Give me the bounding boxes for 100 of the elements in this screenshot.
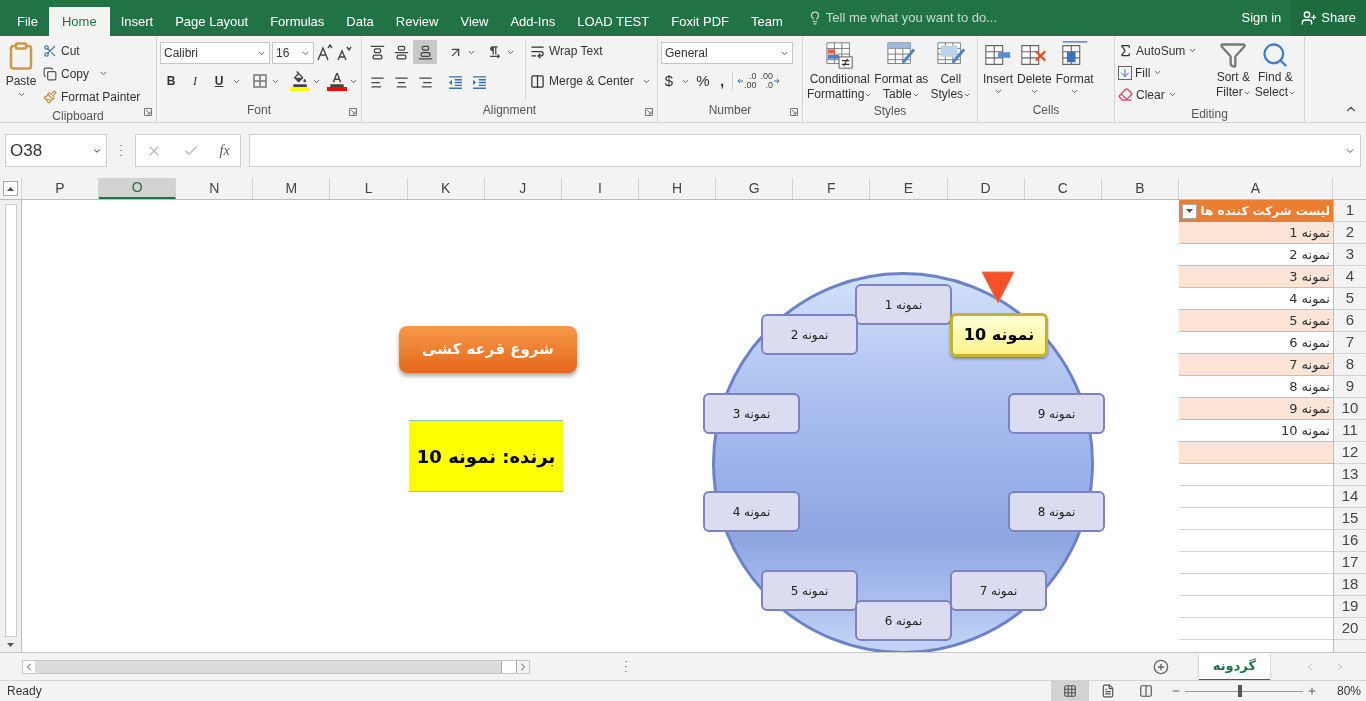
column-header[interactable]: G: [716, 178, 794, 199]
copy-button[interactable]: Copy: [43, 63, 141, 84]
zoom-slider-thumb[interactable]: [1238, 685, 1243, 697]
row-header[interactable]: 1: [1334, 200, 1366, 222]
dialog-launcher-icon[interactable]: [645, 108, 653, 116]
style-button[interactable]: Format as Table: [873, 40, 930, 102]
borders-icon[interactable]: [251, 72, 269, 90]
row-header[interactable]: 3: [1334, 244, 1366, 266]
horizontal-scrollbar[interactable]: [22, 659, 530, 674]
formula-input[interactable]: [249, 134, 1361, 167]
insert-function-button[interactable]: fx: [219, 140, 230, 161]
ribbon-tab[interactable]: Formulas: [259, 7, 336, 36]
column-header[interactable]: C: [1024, 178, 1102, 199]
row-header[interactable]: 13: [1334, 464, 1366, 486]
fill-button[interactable]: Fill: [1118, 62, 1214, 83]
column-header[interactable]: H: [639, 178, 717, 199]
zoom-level[interactable]: 80%: [1336, 682, 1361, 700]
paste-button[interactable]: Paste: [3, 40, 39, 107]
clear-button[interactable]: Clear: [1118, 84, 1214, 105]
cells-button[interactable]: Format: [1053, 40, 1096, 101]
style-button[interactable]: Conditional Formatting: [806, 40, 874, 102]
zoom-in-icon[interactable]: [1306, 686, 1317, 696]
column-header[interactable]: B: [1101, 178, 1179, 199]
name-box[interactable]: O38: [5, 134, 107, 167]
column-header[interactable]: E: [870, 178, 948, 199]
column-header[interactable]: I: [561, 178, 639, 199]
cells-button[interactable]: Delete: [1015, 40, 1054, 101]
find-select-button[interactable]: Find & Select: [1252, 40, 1299, 105]
scroll-up-button[interactable]: [3, 181, 18, 196]
row-header[interactable]: 10: [1334, 398, 1366, 420]
row-header[interactable]: 7: [1334, 332, 1366, 354]
column-header[interactable]: O: [99, 178, 177, 199]
row-header[interactable]: 12: [1334, 442, 1366, 464]
sign-in-link[interactable]: Sign in: [1231, 0, 1292, 36]
font-color-icon[interactable]: [327, 71, 347, 91]
filter-dropdown-button[interactable]: [1182, 203, 1197, 219]
dialog-launcher-icon[interactable]: [349, 108, 357, 116]
dialog-launcher-icon[interactable]: [144, 108, 152, 116]
row-header[interactable]: 9: [1334, 376, 1366, 398]
currency-button[interactable]: $: [661, 70, 677, 93]
vertical-scrollbar[interactable]: [0, 200, 22, 652]
column-header[interactable]: A: [1179, 178, 1333, 199]
column-header[interactable]: L: [330, 178, 408, 199]
row-header[interactable]: 15: [1334, 508, 1366, 530]
row-header[interactable]: 5: [1334, 288, 1366, 310]
column-header[interactable]: K: [407, 178, 485, 199]
row-header[interactable]: 11: [1334, 420, 1366, 442]
column-header[interactable]: D: [947, 178, 1025, 199]
column-header[interactable]: F: [793, 178, 871, 199]
share-button[interactable]: Share: [1291, 0, 1366, 36]
scroll-right-icon[interactable]: [517, 660, 529, 673]
merge-center-button[interactable]: Merge & Center: [530, 70, 651, 92]
row-header[interactable]: 2: [1334, 222, 1366, 244]
wrap-text-button[interactable]: Wrap Text: [530, 40, 651, 62]
add-sheet-icon[interactable]: [1152, 658, 1169, 675]
row-header[interactable]: 19: [1334, 596, 1366, 618]
ribbon-tab[interactable]: LOAD TEST: [566, 7, 661, 36]
ribbon-tab[interactable]: Review: [384, 7, 450, 36]
style-button[interactable]: Cell Styles: [929, 40, 973, 102]
scrollbar-thumb[interactable]: [501, 660, 517, 673]
zoom-slider[interactable]: [1184, 685, 1303, 697]
row-header[interactable]: 4: [1334, 266, 1366, 288]
font-name-field[interactable]: Calibri: [160, 42, 270, 64]
ribbon-tab[interactable]: Insert: [109, 7, 165, 36]
increase-decimal-button[interactable]: .0 .00: [737, 72, 757, 91]
bold-button[interactable]: B: [160, 70, 182, 92]
ribbon-tab[interactable]: Add-Ins: [499, 7, 567, 36]
shrink-font-icon[interactable]: [336, 44, 352, 62]
sort-filter-button[interactable]: Sort & Filter: [1214, 40, 1253, 105]
autosum-button[interactable]: AutoSum: [1118, 40, 1214, 61]
ribbon-tab[interactable]: Home: [48, 7, 110, 36]
ribbon-tab[interactable]: Team: [740, 7, 794, 36]
ribbon-tab[interactable]: File: [6, 7, 49, 36]
row-header[interactable]: 20: [1334, 618, 1366, 640]
ribbon-tab[interactable]: Data: [335, 7, 385, 36]
font-size-field[interactable]: 16: [272, 42, 314, 64]
column-header[interactable]: J: [484, 178, 562, 199]
comma-button[interactable]: ,: [716, 70, 728, 93]
row-header[interactable]: 16: [1334, 530, 1366, 552]
row-header[interactable]: 6: [1334, 310, 1366, 332]
ribbon-tab[interactable]: Page Layout: [164, 7, 260, 36]
scroll-left-icon[interactable]: [23, 660, 35, 673]
decrease-decimal-button[interactable]: .00 .0: [760, 72, 781, 91]
column-header[interactable]: P: [21, 178, 100, 199]
dialog-launcher-icon[interactable]: [790, 108, 798, 116]
italic-button[interactable]: I: [184, 70, 206, 92]
format-painter-button[interactable]: Format Painter: [43, 86, 141, 107]
cut-button[interactable]: Cut: [43, 40, 141, 61]
align-bottom-button[interactable]: [413, 40, 437, 64]
cells-button[interactable]: Insert: [981, 40, 1015, 101]
ribbon-tab[interactable]: View: [449, 7, 500, 36]
underline-button[interactable]: U: [208, 70, 230, 92]
row-header[interactable]: 18: [1334, 574, 1366, 596]
fill-color-icon[interactable]: [290, 71, 310, 91]
sheet-tab[interactable]: گردونه: [1198, 652, 1270, 681]
percent-button[interactable]: %: [694, 70, 712, 93]
row-header[interactable]: 17: [1334, 552, 1366, 574]
view-button[interactable]: [1050, 680, 1089, 701]
tell-me-field[interactable]: Tell me what you want to do...: [825, 8, 998, 28]
row-header[interactable]: 14: [1334, 486, 1366, 508]
